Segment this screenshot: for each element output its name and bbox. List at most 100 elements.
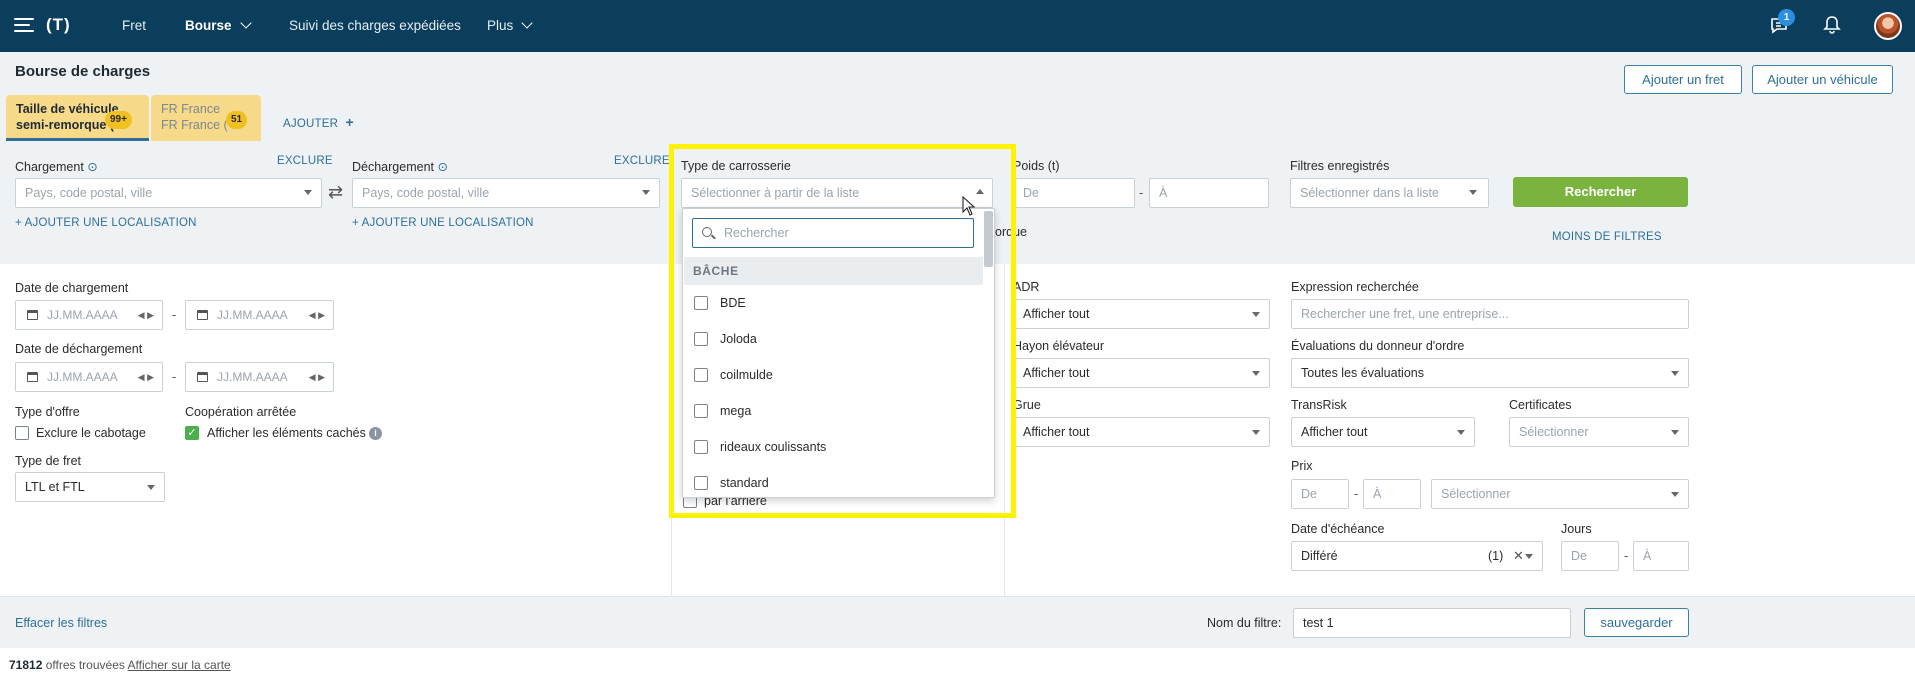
search-expression-input[interactable]: Rechercher une fret, une entreprise...: [1291, 299, 1689, 329]
certificates-select[interactable]: Sélectionner: [1509, 417, 1689, 447]
crane-label: Grue: [1013, 398, 1041, 412]
transrisk-select[interactable]: Afficher tout: [1291, 417, 1475, 447]
show-on-map-link[interactable]: Afficher sur la carte: [128, 658, 231, 672]
due-date-count: (1): [1488, 549, 1504, 563]
date-stepper-icon[interactable]: ◀ ▶: [138, 363, 154, 391]
exclude-cabotage-checkbox[interactable]: [15, 426, 29, 440]
exclude-cabotage-label: Exclure le cabotage: [36, 426, 146, 440]
crane-select[interactable]: Afficher tout: [1013, 417, 1270, 447]
option-checkbox[interactable]: [694, 368, 708, 382]
chevron-down-icon: [304, 190, 312, 195]
clear-icon[interactable]: ✕: [1513, 542, 1524, 570]
ratings-select[interactable]: Toutes les évaluations: [1291, 358, 1689, 388]
chevron-down-icon: [1252, 430, 1260, 435]
user-avatar[interactable]: [1874, 12, 1902, 40]
option-checkbox[interactable]: [694, 404, 708, 418]
loading-add-location-link[interactable]: + AJOUTER UNE LOCALISATION: [15, 217, 197, 229]
hamburger-menu-icon[interactable]: [14, 17, 34, 33]
unloading-date-from[interactable]: JJ.MM.AAAA ◀ ▶: [15, 362, 163, 392]
less-filters-link[interactable]: MOINS DE FILTRES: [1552, 231, 1662, 243]
info-icon[interactable]: i: [369, 427, 382, 440]
results-count: 71812: [9, 658, 43, 672]
body-type-dropdown: Rechercher BÂCHE BDE Joloda coilmulde me…: [682, 208, 995, 498]
logo[interactable]: (T): [46, 13, 86, 37]
swap-arrows-icon[interactable]: ⇄: [328, 182, 343, 203]
weight-to-input[interactable]: À: [1149, 178, 1269, 208]
unloading-location-input[interactable]: Pays, code postal, ville: [352, 178, 660, 208]
days-from-input[interactable]: De: [1561, 541, 1619, 571]
show-hidden-checkbox[interactable]: ✓: [185, 426, 199, 440]
option-checkbox[interactable]: [694, 476, 708, 490]
add-tab-button[interactable]: AJOUTER +: [283, 114, 354, 130]
loading-location-input[interactable]: Pays, code postal, ville: [15, 178, 322, 208]
price-from-input[interactable]: De: [1291, 479, 1349, 509]
date-stepper-icon[interactable]: ◀ ▶: [309, 301, 325, 329]
page-title: Bourse de charges: [15, 63, 151, 80]
loading-date-to[interactable]: JJ.MM.AAAA ◀ ▶: [185, 300, 334, 330]
chevron-down-icon: [521, 17, 533, 29]
chevron-down-icon: [1525, 554, 1533, 559]
freight-type-value: LTL et FTL: [25, 480, 85, 494]
saved-filters-select[interactable]: Sélectionner dans la liste: [1290, 178, 1489, 208]
tab-count-badge: 51: [226, 111, 248, 129]
unloading-add-location-link[interactable]: + AJOUTER UNE LOCALISATION: [352, 217, 534, 229]
due-date-select[interactable]: Différé (1) ✕: [1291, 541, 1543, 571]
chevron-down-icon: [1252, 371, 1260, 376]
calendar-icon: [197, 372, 208, 382]
tab-line2: FR France (: [161, 118, 228, 132]
nav-bourse[interactable]: Bourse: [185, 0, 252, 52]
range-dash: -: [1354, 486, 1359, 501]
dropdown-option[interactable]: rideaux coulissants: [684, 429, 983, 465]
filter-name-input[interactable]: test 1: [1293, 608, 1571, 638]
range-dash: -: [172, 369, 177, 384]
currency-select[interactable]: Sélectionner: [1431, 479, 1689, 509]
nav-plus[interactable]: Plus: [487, 0, 533, 52]
option-label: standard: [720, 476, 769, 490]
clear-filters-link[interactable]: Effacer les filtres: [15, 616, 107, 630]
dropdown-option[interactable]: Joloda: [684, 321, 983, 357]
tail-lift-select[interactable]: Afficher tout: [1013, 358, 1270, 388]
range-dash: -: [1139, 185, 1144, 200]
currency-placeholder: Sélectionner: [1441, 487, 1511, 501]
add-tab-label: AJOUTER: [283, 118, 339, 130]
show-hidden-label: Afficher les éléments cachés: [207, 426, 366, 440]
dropdown-option[interactable]: BDE: [684, 285, 983, 321]
dropdown-option[interactable]: mega: [684, 393, 983, 429]
unloading-date-to[interactable]: JJ.MM.AAAA ◀ ▶: [185, 362, 334, 392]
dropdown-option[interactable]: coilmulde: [684, 357, 983, 393]
dropdown-search-input[interactable]: Rechercher: [692, 218, 974, 248]
date-stepper-icon[interactable]: ◀ ▶: [309, 363, 325, 391]
dropdown-scrollbar[interactable]: [984, 211, 993, 267]
unloading-date-label: Date de déchargement: [15, 342, 143, 356]
saved-search-tab-vehicle[interactable]: Taille de véhicule semi-remorque ( 99+: [6, 95, 149, 141]
option-checkbox[interactable]: [694, 332, 708, 346]
date-stepper-icon[interactable]: ◀ ▶: [138, 301, 154, 329]
saved-search-tab-france[interactable]: FR France FR France ( 51: [151, 95, 261, 141]
save-filter-button[interactable]: sauvegarder: [1584, 608, 1689, 637]
search-expression-label: Expression recherchée: [1291, 280, 1419, 294]
date-placeholder: JJ.MM.AAAA: [47, 370, 118, 384]
date-placeholder: JJ.MM.AAAA: [217, 370, 288, 384]
loading-date-from[interactable]: JJ.MM.AAAA ◀ ▶: [15, 300, 163, 330]
freight-type-select[interactable]: LTL et FTL: [15, 472, 165, 502]
add-freight-button[interactable]: Ajouter un fret: [1624, 65, 1742, 94]
nav-suivi-charges[interactable]: Suivi des charges expédiées: [289, 0, 461, 52]
price-to-input[interactable]: À: [1363, 479, 1421, 509]
bell-icon[interactable]: [1823, 15, 1841, 35]
chevron-down-icon: [239, 17, 252, 29]
option-checkbox[interactable]: [694, 296, 708, 310]
weight-label: Poids (t): [1013, 159, 1060, 173]
certificates-placeholder: Sélectionner: [1519, 425, 1589, 439]
adr-select[interactable]: Afficher tout: [1013, 299, 1270, 329]
option-checkbox[interactable]: [694, 440, 708, 454]
dropdown-option[interactable]: standard: [684, 465, 983, 497]
nav-fret[interactable]: Fret: [122, 0, 146, 52]
loading-exclude-link[interactable]: EXCLURE: [277, 155, 333, 167]
days-to-input[interactable]: À: [1633, 541, 1689, 571]
unloading-exclude-link[interactable]: EXCLURE: [614, 155, 670, 167]
search-button[interactable]: Rechercher: [1513, 177, 1688, 207]
weight-from-input[interactable]: De: [1013, 178, 1135, 208]
nav-bourse-label: Bourse: [185, 18, 232, 33]
add-vehicle-button[interactable]: Ajouter un véhicule: [1752, 65, 1893, 94]
calendar-icon: [197, 310, 208, 320]
